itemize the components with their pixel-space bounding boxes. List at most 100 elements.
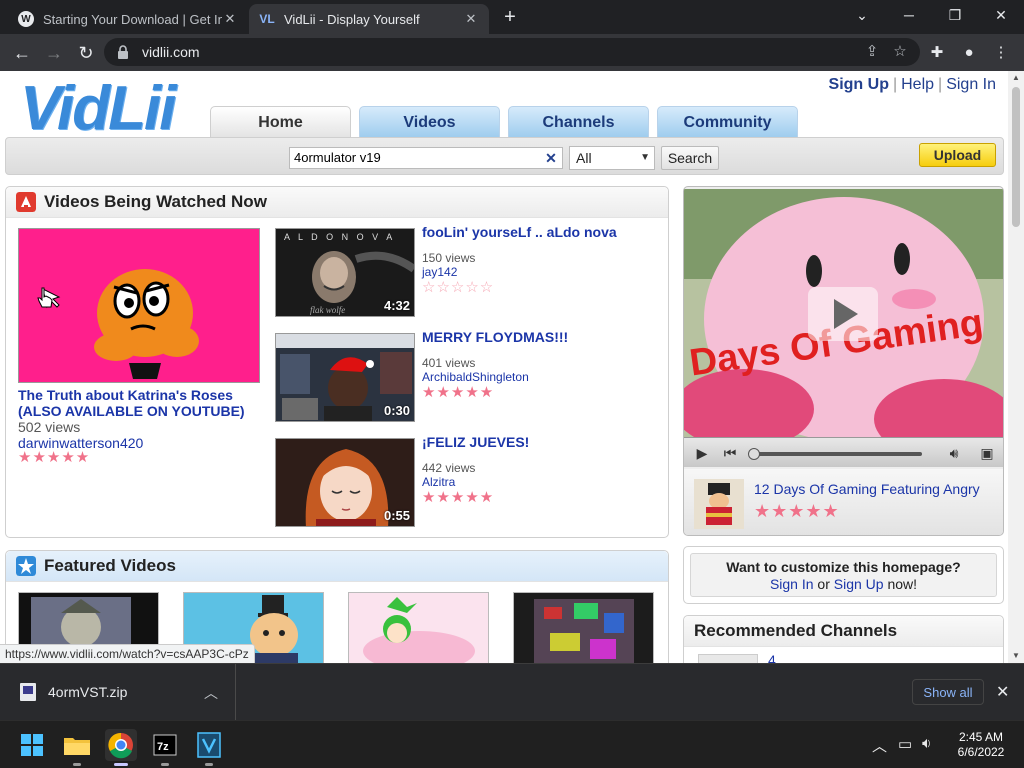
network-icon[interactable]: ▭	[898, 735, 912, 753]
show-all-button[interactable]: Show all	[912, 679, 984, 705]
menu-icon[interactable]: ⋮	[990, 42, 1012, 64]
7zip-button[interactable]: 7z	[149, 729, 181, 766]
rating-stars: ★★★★★	[422, 489, 495, 506]
video-title[interactable]: ¡FELIZ JUEVES!	[422, 434, 662, 450]
start-button[interactable]	[16, 729, 48, 761]
search-input[interactable]: 4ormulator v19	[289, 147, 563, 169]
system-clock[interactable]: 2:45 AM 6/6/2022	[946, 730, 1016, 760]
bookmark-star-icon[interactable]: ☆	[890, 42, 910, 60]
scrollbar-thumb[interactable]	[1012, 87, 1020, 227]
player-screen[interactable]: Days Of Gaming	[684, 189, 1003, 437]
reload-icon[interactable]: ↻	[72, 39, 100, 67]
video-thumbnail[interactable]	[513, 592, 654, 663]
video-thumbnail[interactable]	[348, 592, 489, 663]
file-explorer-button[interactable]	[61, 729, 93, 766]
video-views: 150 views	[422, 251, 476, 265]
video-player[interactable]: Days Of Gaming ▶ ⏮ 🔊︎ ▣ 12 Days Of Gamin…	[683, 186, 1004, 536]
channel-avatar[interactable]	[698, 654, 758, 663]
page-viewport: VidLii Sign Up | Help | Sign In Home Videos …	[0, 71, 1024, 663]
fullscreen-icon[interactable]: ▣	[974, 442, 1000, 464]
tab-channels[interactable]: Channels	[508, 106, 649, 138]
help-link[interactable]: Help	[901, 76, 934, 93]
video-uploader[interactable]: ArchibaldShingleton	[422, 370, 662, 384]
forward-icon[interactable]: →	[40, 39, 68, 67]
now-playing-thumbnail[interactable]	[694, 479, 744, 529]
skip-back-icon[interactable]: ⏮	[718, 442, 742, 464]
vidlii-logo[interactable]: VidLii	[20, 77, 176, 141]
seek-bar[interactable]	[748, 442, 924, 464]
kirby-video-frame: Days Of Gaming	[684, 189, 1003, 437]
video-thumbnail[interactable]: 0:55	[275, 438, 415, 527]
video-views: 442 views	[422, 461, 476, 475]
video-duration: 0:30	[383, 403, 410, 418]
channel-name[interactable]: 4	[768, 652, 776, 663]
clear-search-icon[interactable]: ✕	[544, 150, 558, 166]
now-playing-title[interactable]: 12 Days Of Gaming Featuring Angry	[754, 481, 994, 497]
tab-home[interactable]: Home	[210, 106, 351, 138]
profile-icon[interactable]: ●	[958, 42, 980, 64]
video-title[interactable]: fooLin' yourseLf .. aLdo nova	[422, 224, 662, 240]
video-title[interactable]: The Truth about Katrina's Roses (ALSO AV…	[18, 387, 263, 419]
show-hidden-icons-icon[interactable]: ︿	[872, 735, 887, 756]
panel-heading: Videos Being Watched Now	[6, 187, 668, 218]
upload-button[interactable]: Upload	[919, 143, 996, 167]
browser-toolbar: ← → ↻ vidlii.com ⇪ ☆ ✚ ● ⋮	[0, 34, 1024, 71]
address-bar[interactable]: vidlii.com ⇪ ☆	[104, 38, 920, 66]
windows-logo-icon	[21, 734, 43, 756]
running-indicator	[161, 763, 169, 766]
video-thumbnail[interactable]: A L D O N O V A flak wolfe 4:32	[275, 228, 415, 317]
chrome-button[interactable]	[105, 729, 137, 766]
video-uploader[interactable]: Alzitra	[422, 475, 662, 489]
minimize-button[interactable]: ─	[889, 4, 929, 26]
7zip-icon: 7z	[153, 734, 177, 756]
play-icon[interactable]: ▶	[690, 442, 714, 464]
customize-or-text: or	[817, 576, 830, 592]
scroll-down-icon[interactable]: ▼	[1008, 649, 1024, 663]
close-window-button[interactable]: ✕	[981, 4, 1021, 26]
volume-tray-icon[interactable]: 🔉︎	[922, 735, 931, 752]
video-title[interactable]: MERRY FLOYDMAS!!!	[422, 329, 662, 345]
tab-community[interactable]: Community	[657, 106, 798, 138]
customize-sign-in-link[interactable]: Sign In	[770, 576, 814, 592]
chevron-up-icon[interactable]: ︿	[204, 683, 218, 703]
video-thumbnail[interactable]: 0:30	[275, 333, 415, 422]
page-scrollbar[interactable]: ▲ ▼	[1008, 71, 1024, 663]
seek-handle[interactable]	[748, 448, 760, 460]
back-icon[interactable]: ←	[8, 39, 36, 67]
download-item[interactable]: 4ormVST.zip ︿	[0, 664, 236, 721]
search-category-select[interactable]: All ▼	[569, 146, 655, 170]
lock-icon	[118, 45, 128, 59]
tab-videos[interactable]: Videos	[359, 106, 500, 138]
chrome-icon	[108, 732, 133, 759]
rating-stars: ☆☆☆☆☆	[422, 279, 495, 296]
scroll-up-icon[interactable]: ▲	[1008, 71, 1024, 85]
top-links: Sign Up | Help | Sign In	[829, 76, 996, 94]
customize-sign-up-link[interactable]: Sign Up	[834, 576, 884, 592]
restore-button[interactable]: ❐	[935, 4, 975, 26]
volume-icon[interactable]: 🔊︎	[941, 442, 967, 464]
new-tab-button[interactable]: +	[498, 6, 522, 30]
video-duration: 4:32	[383, 298, 410, 313]
tab-starting-download[interactable]: W Starting Your Download | Get Inte ✕	[8, 4, 248, 34]
search-button[interactable]: Search	[661, 146, 719, 170]
panel-title: Featured Videos	[44, 556, 176, 575]
sign-up-link[interactable]: Sign Up	[829, 76, 889, 93]
player-controls: ▶ ⏮ 🔊︎ ▣	[684, 437, 1003, 467]
extensions-icon[interactable]: ✚	[926, 42, 948, 64]
close-download-bar-icon[interactable]: ✕	[996, 682, 1009, 702]
tab-vidlii[interactable]: VL VidLii - Display Yourself ✕	[249, 4, 489, 34]
rating-stars: ★★★★★	[422, 384, 495, 401]
video-uploader[interactable]: jay142	[422, 265, 662, 279]
featured-watched-video: The Truth about Katrina's Roses (ALSO AV…	[18, 387, 263, 465]
running-indicator	[205, 763, 213, 766]
link-status-bubble: https://www.vidlii.com/watch?v=csAAP3C-c…	[0, 644, 255, 663]
tab-close-icon[interactable]: ✕	[222, 11, 238, 27]
video-thumbnail[interactable]	[18, 228, 260, 383]
thumb-text: A L D O N O V A	[284, 232, 395, 242]
tab-close-icon[interactable]: ✕	[463, 11, 479, 27]
tab-search-icon[interactable]: ⌄	[842, 4, 882, 26]
share-icon[interactable]: ⇪	[862, 42, 882, 60]
vst-app-button[interactable]	[193, 729, 225, 766]
vidlii-favicon-icon: VL	[259, 11, 275, 27]
sign-in-link[interactable]: Sign In	[946, 76, 996, 93]
